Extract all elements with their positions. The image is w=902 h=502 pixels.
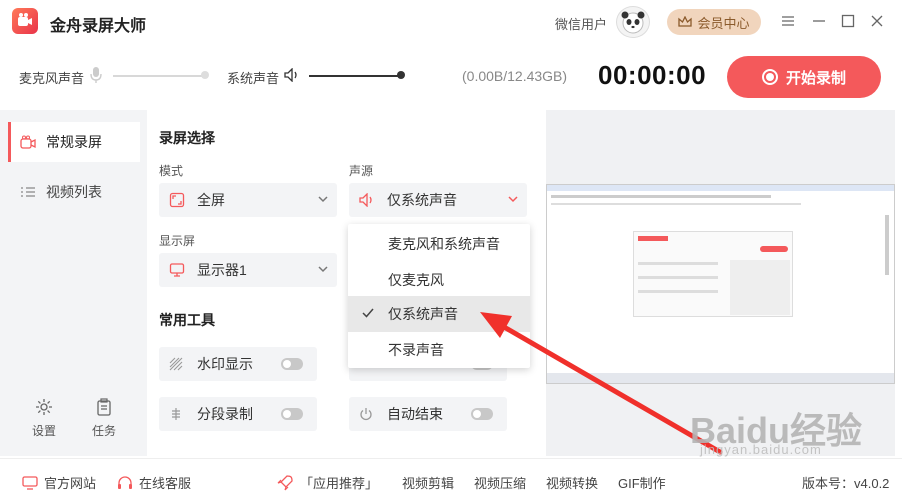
close-button[interactable] bbox=[867, 11, 887, 31]
tasks-button[interactable]: 任务 bbox=[84, 398, 124, 439]
rocket-icon bbox=[277, 474, 293, 490]
maximize-icon bbox=[841, 14, 855, 28]
audio-bar: 麦克风声音 系统声音 (0.00B/12.43GB) 00:00:00 开始录制 bbox=[0, 44, 902, 110]
check-icon bbox=[362, 308, 374, 318]
menu-icon bbox=[782, 16, 794, 26]
mic-volume-slider[interactable] bbox=[113, 75, 207, 77]
menu-button[interactable] bbox=[778, 11, 798, 31]
section-tools-title: 常用工具 bbox=[159, 312, 215, 328]
dropdown-option-label: 仅系统声音 bbox=[388, 306, 458, 322]
speaker-icon bbox=[359, 193, 372, 207]
settings-button[interactable]: 设置 bbox=[24, 398, 64, 439]
system-volume-handle[interactable] bbox=[397, 71, 405, 79]
tool-label: 水印显示 bbox=[197, 356, 253, 372]
camera-icon bbox=[18, 13, 32, 26]
panda-avatar-icon bbox=[621, 11, 645, 34]
segment-recording-tool[interactable]: 分段录制 bbox=[159, 397, 317, 431]
website-label: 官方网站 bbox=[44, 476, 97, 491]
segment-recording-toggle[interactable] bbox=[281, 408, 303, 420]
video-camera-icon bbox=[20, 135, 36, 149]
sidebar: 常规录屏 视频列表 设置 任务 bbox=[0, 110, 147, 456]
system-sound-label: 系统声音 bbox=[227, 71, 280, 86]
display-select[interactable]: 显示器1 bbox=[159, 253, 337, 287]
headset-icon bbox=[118, 475, 132, 489]
support-label: 在线客服 bbox=[139, 476, 192, 491]
display-value: 显示器1 bbox=[197, 262, 247, 278]
footer-link-gif[interactable]: GIF制作 bbox=[618, 473, 666, 492]
footer-link-video-convert[interactable]: 视频转换 bbox=[546, 473, 598, 492]
section-capture-title: 录屏选择 bbox=[159, 130, 215, 146]
sidebar-item-regular-recording[interactable]: 常规录屏 bbox=[8, 122, 140, 162]
dropdown-option[interactable]: 麦克风和系统声音 bbox=[348, 226, 530, 262]
footer: 官方网站 在线客服 「应用推荐」 视频剪辑 视频压缩 视频转换 GIF制作 版本… bbox=[0, 458, 902, 502]
dropdown-option[interactable]: 仅麦克风 bbox=[348, 262, 530, 298]
website-link[interactable]: 官方网站 bbox=[22, 473, 96, 492]
record-icon bbox=[761, 69, 778, 85]
gear-icon bbox=[36, 399, 52, 415]
footer-link-video-compress[interactable]: 视频压缩 bbox=[474, 473, 526, 492]
audio-source-select[interactable]: 仅系统声音 bbox=[349, 183, 527, 217]
audio-source-value: 仅系统声音 bbox=[387, 192, 457, 208]
audio-source-label: 声源 bbox=[349, 164, 374, 178]
watermark-icon bbox=[169, 357, 183, 371]
title-bar: 金舟录屏大师 微信用户 会员中心 bbox=[0, 0, 902, 44]
sidebar-item-label: 常规录屏 bbox=[46, 134, 102, 150]
record-label: 开始录制 bbox=[785, 69, 846, 87]
vip-center-button[interactable]: 会员中心 bbox=[667, 9, 761, 35]
microphone-icon[interactable] bbox=[90, 66, 102, 84]
power-icon bbox=[360, 408, 372, 421]
app-title: 金舟录屏大师 bbox=[50, 18, 147, 35]
segment-icon bbox=[172, 408, 180, 420]
mode-label: 模式 bbox=[159, 164, 184, 178]
start-recording-button[interactable]: 开始录制 bbox=[727, 56, 881, 98]
footer-link-video-edit[interactable]: 视频剪辑 bbox=[402, 473, 454, 492]
crown-icon bbox=[678, 16, 693, 27]
minimize-icon bbox=[813, 20, 825, 22]
settings-label: 设置 bbox=[31, 424, 56, 438]
vip-label: 会员中心 bbox=[697, 15, 750, 31]
mic-volume-handle[interactable] bbox=[201, 71, 209, 79]
system-volume-fill bbox=[309, 75, 401, 77]
chevron-down-icon bbox=[508, 196, 518, 203]
maximize-button[interactable] bbox=[838, 11, 858, 31]
tasks-label: 任务 bbox=[91, 424, 116, 438]
monitor-icon bbox=[22, 475, 38, 490]
app-recommend-link[interactable]: 「应用推荐」 bbox=[276, 473, 378, 492]
speaker-icon[interactable] bbox=[284, 68, 300, 82]
sidebar-item-label: 视频列表 bbox=[46, 184, 102, 200]
chevron-down-icon bbox=[318, 196, 328, 203]
monitor-icon bbox=[169, 263, 185, 277]
close-icon bbox=[871, 15, 883, 27]
tool-label: 自动结束 bbox=[387, 406, 443, 422]
mic-label: 麦克风声音 bbox=[19, 71, 85, 86]
display-label: 显示屏 bbox=[159, 234, 196, 248]
watermark-url: jingyan.baidu.com bbox=[700, 442, 822, 457]
user-name[interactable]: 微信用户 bbox=[555, 14, 607, 33]
tool-label: 分段录制 bbox=[197, 406, 253, 422]
version-label: 版本号：v4.0.2 bbox=[802, 476, 890, 491]
fullscreen-icon bbox=[169, 192, 185, 208]
app-logo bbox=[12, 8, 38, 34]
avatar[interactable] bbox=[616, 6, 650, 38]
recording-timer: 00:00:00 bbox=[598, 60, 707, 90]
watermark-toggle[interactable] bbox=[281, 358, 303, 370]
mode-value: 全屏 bbox=[197, 192, 225, 208]
support-link[interactable]: 在线客服 bbox=[117, 473, 191, 492]
watermark-tool[interactable]: 水印显示 bbox=[159, 347, 317, 381]
sidebar-item-video-list[interactable]: 视频列表 bbox=[8, 172, 140, 212]
storage-info: (0.00B/12.43GB) bbox=[462, 68, 568, 84]
clipboard-icon bbox=[97, 398, 111, 416]
mode-select[interactable]: 全屏 bbox=[159, 183, 337, 217]
app-recommend-label: 「应用推荐」 bbox=[300, 476, 379, 491]
chevron-down-icon bbox=[318, 266, 328, 273]
list-icon bbox=[21, 187, 35, 197]
minimize-button[interactable] bbox=[809, 11, 829, 31]
